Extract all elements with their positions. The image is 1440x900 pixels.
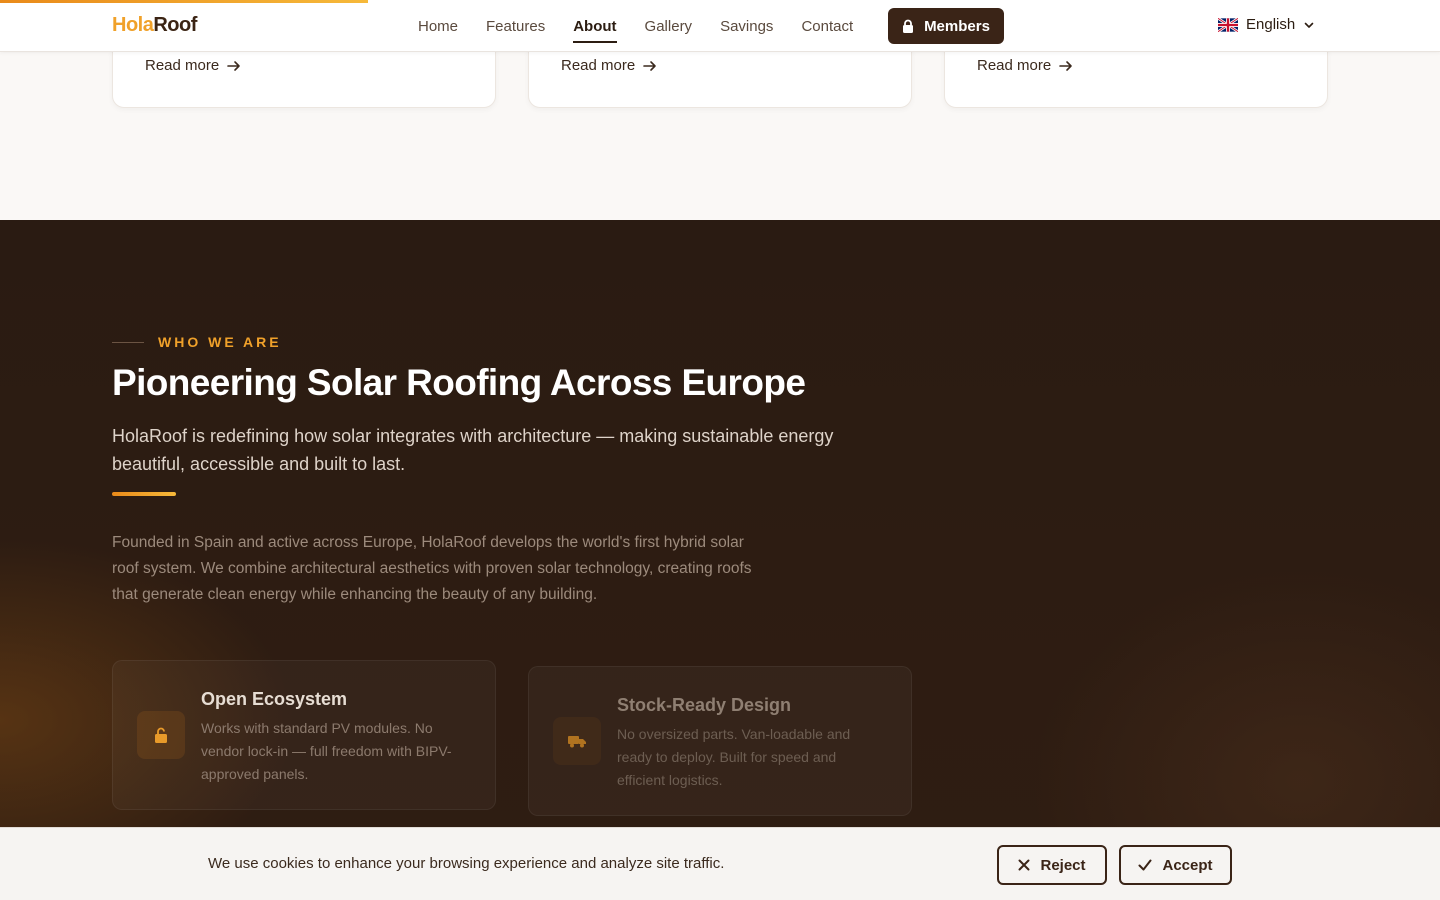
feature-card-stock-ready: Stock-Ready Design No oversized parts. V… <box>528 666 912 816</box>
truck-icon-badge <box>553 717 601 765</box>
cookie-text: We use cookies to enhance your browsing … <box>208 855 725 872</box>
nav-savings[interactable]: Savings <box>720 14 773 39</box>
members-button[interactable]: Members <box>888 8 1004 44</box>
nav-home[interactable]: Home <box>418 14 458 39</box>
feature-title: Open Ecosystem <box>201 689 348 709</box>
scroll-progress-bar <box>0 0 368 3</box>
arrow-right-icon <box>227 60 241 71</box>
unlock-icon <box>155 727 167 743</box>
read-more-link[interactable]: Read more <box>561 57 657 74</box>
unlock-icon-badge <box>137 711 185 759</box>
chevron-down-icon <box>1304 22 1314 28</box>
arrow-right-icon <box>1059 60 1073 71</box>
nav-contact[interactable]: Contact <box>801 14 853 39</box>
accent-divider <box>112 492 176 496</box>
reject-label: Reject <box>1040 856 1086 874</box>
lock-icon <box>903 19 914 33</box>
eyebrow-line <box>112 341 144 343</box>
section-title: Pioneering Solar Roofing Across Europe <box>112 362 806 403</box>
feature-card-open-ecosystem: Open Ecosystem Works with standard PV mo… <box>112 660 496 810</box>
close-icon <box>1018 859 1030 871</box>
feature-text: No oversized parts. Van-loadable and rea… <box>617 726 851 788</box>
nav-gallery[interactable]: Gallery <box>645 14 693 39</box>
truck-icon <box>568 736 586 748</box>
language-label: English <box>1246 16 1296 33</box>
check-icon <box>1138 859 1152 871</box>
eyebrow-text: WHO WE ARE <box>158 334 282 350</box>
feature-title: Stock-Ready Design <box>617 695 792 715</box>
read-more-link[interactable]: Read more <box>145 57 241 74</box>
nav-features[interactable]: Features <box>486 14 545 39</box>
nav-about[interactable]: About <box>573 14 617 43</box>
logo[interactable]: HolaRoof <box>112 14 197 37</box>
accept-cookies-button[interactable]: Accept <box>1119 845 1232 885</box>
language-selector[interactable]: English <box>1218 16 1315 33</box>
main-nav: Home Features About Gallery Savings Cont… <box>418 0 881 52</box>
site-header: HolaRoof Home Features About Gallery Sav… <box>0 0 1440 52</box>
section-body: Founded in Spain and active across Europ… <box>112 534 752 603</box>
arrow-right-icon <box>643 60 657 71</box>
logo-part-roof: Roof <box>153 14 197 36</box>
about-section: WHO WE ARE Pioneering Solar Roofing Acro… <box>0 220 1440 900</box>
logo-part-hola: Hola <box>112 14 154 36</box>
read-more-label: Read more <box>561 57 636 74</box>
uk-flag-icon <box>1218 17 1238 32</box>
read-more-label: Read more <box>977 57 1052 74</box>
members-label: Members <box>924 17 990 35</box>
reject-cookies-button[interactable]: Reject <box>997 845 1107 885</box>
feature-text: Works with standard PV modules. No vendo… <box>201 720 452 782</box>
section-eyebrow: WHO WE ARE <box>112 334 282 350</box>
read-more-label: Read more <box>145 57 220 74</box>
accept-label: Accept <box>1162 856 1213 874</box>
cookie-banner: We use cookies to enhance your browsing … <box>0 827 1440 900</box>
section-lead: HolaRoof is redefining how solar integra… <box>112 426 834 474</box>
read-more-link[interactable]: Read more <box>977 57 1073 74</box>
